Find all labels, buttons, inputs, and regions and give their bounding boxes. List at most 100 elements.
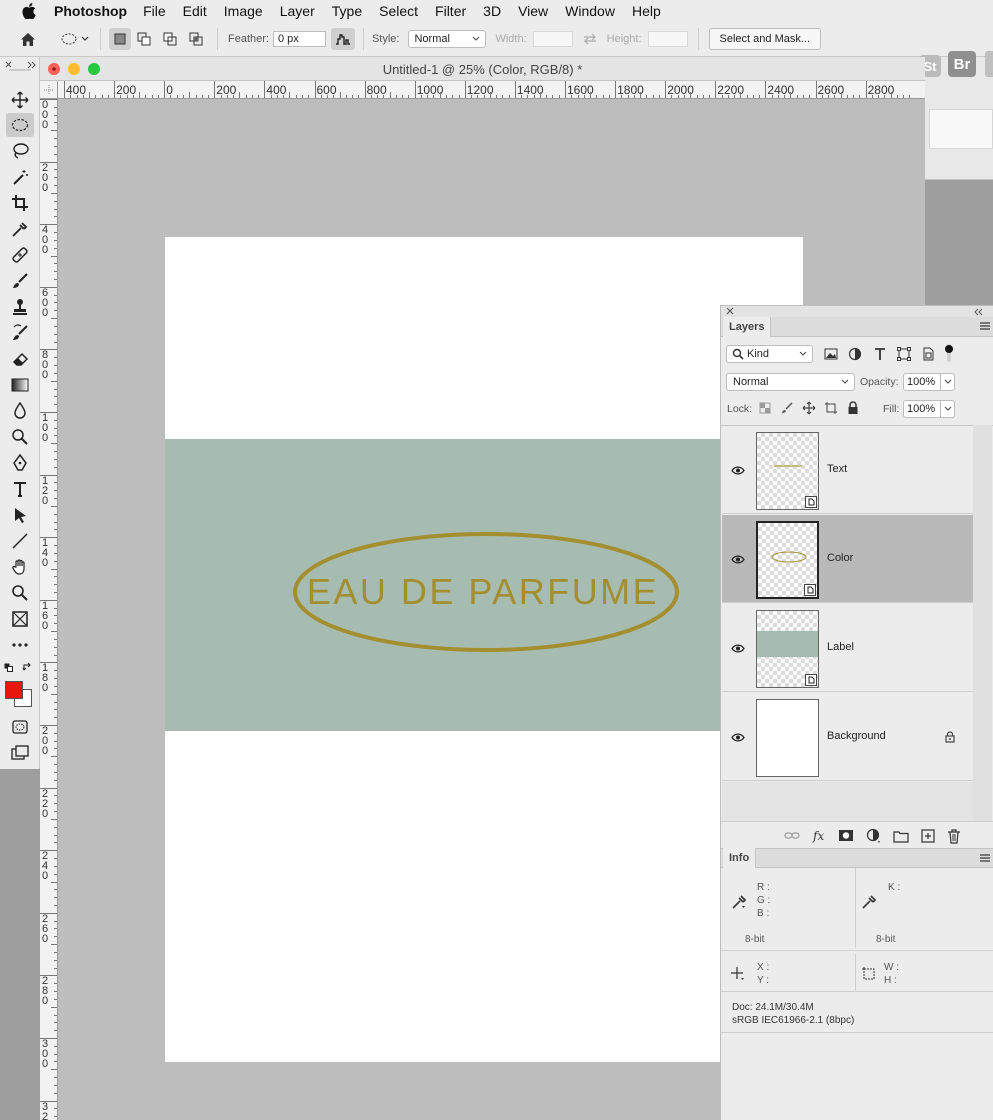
visibility-eye-icon[interactable] (730, 731, 746, 743)
hand-tool-icon[interactable] (6, 555, 34, 579)
app-name-menu[interactable]: Photoshop (54, 3, 127, 19)
swap-dimensions-icon[interactable] (573, 33, 607, 45)
healing-brush-tool-icon[interactable] (6, 243, 34, 267)
ruler-origin[interactable] (40, 81, 58, 99)
menu-edit[interactable]: Edit (183, 3, 207, 19)
foreground-color-swatch[interactable] (5, 681, 23, 699)
style-select[interactable]: Normal (408, 30, 487, 48)
new-group-icon[interactable] (893, 829, 909, 843)
subtract-from-selection-icon[interactable] (157, 32, 183, 46)
filter-toggle-icon[interactable] (944, 343, 954, 363)
home-icon[interactable] (0, 32, 56, 47)
add-to-selection-icon[interactable] (131, 32, 157, 46)
menu-window[interactable]: Window (565, 3, 615, 19)
link-layers-icon[interactable] (784, 829, 800, 843)
anti-alias-toggle[interactable] (330, 28, 355, 50)
height-input[interactable] (647, 31, 688, 47)
intersect-selection-icon[interactable] (183, 32, 209, 46)
blend-mode-select[interactable]: Normal (726, 373, 855, 391)
menu-select[interactable]: Select (379, 3, 418, 19)
layer-name[interactable]: Label (827, 641, 854, 653)
gradient-tool-icon[interactable] (6, 373, 34, 397)
eyedropper-tool-icon[interactable] (6, 217, 34, 241)
panel-menu-icon[interactable] (980, 322, 990, 330)
document-canvas[interactable]: EAU DE PARFUME (165, 237, 803, 1062)
shape-filter-icon[interactable] (896, 346, 912, 362)
layer-thumbnail[interactable] (756, 699, 819, 777)
blur-tool-icon[interactable] (6, 399, 34, 423)
vertical-ruler[interactable]: 0 0 0 2 0 0 4 0 0 6 0 0 8 0 0 1 0 0 1 2 0 1 4 0… (40, 99, 58, 1120)
lock-all-icon[interactable] (846, 401, 860, 415)
pixel-layer-filter-icon[interactable] (823, 346, 839, 362)
history-brush-tool-icon[interactable] (6, 321, 34, 345)
frame-tool-icon[interactable] (6, 607, 34, 631)
layers-scrollbar[interactable] (973, 425, 992, 821)
menu-type[interactable]: Type (332, 3, 362, 19)
filter-kind-select[interactable]: Kind (726, 345, 813, 363)
tool-preset-picker[interactable] (56, 32, 94, 46)
menu-help[interactable]: Help (632, 3, 661, 19)
layer-style-fx-icon[interactable]: fx (812, 828, 828, 844)
new-layer-icon[interactable] (920, 828, 936, 844)
swap-colors-icon[interactable] (22, 662, 32, 672)
lock-transparent-pixels-icon[interactable] (758, 401, 772, 415)
tab-info[interactable]: Info (723, 848, 757, 868)
magic-wand-tool-icon[interactable] (6, 165, 34, 189)
new-selection-icon[interactable] (109, 28, 131, 50)
visibility-eye-icon[interactable] (730, 553, 746, 565)
menu-view[interactable]: View (518, 3, 548, 19)
crop-tool-icon[interactable] (6, 191, 34, 215)
fill-input[interactable]: 100% (903, 400, 955, 418)
lock-position-icon[interactable] (802, 401, 816, 415)
move-tool-icon[interactable] (6, 88, 34, 112)
select-and-mask-button[interactable]: Select and Mask... (708, 28, 822, 50)
screen-mode-icon[interactable] (6, 741, 34, 765)
default-colors-icon[interactable] (4, 663, 14, 672)
layer-name[interactable]: Text (827, 463, 847, 475)
feather-input[interactable] (272, 31, 326, 47)
add-mask-icon[interactable] (838, 829, 854, 843)
bridge-button[interactable]: Br (948, 51, 976, 77)
line-tool-icon[interactable] (6, 529, 34, 553)
width-input[interactable] (532, 31, 573, 47)
panel-menu-icon[interactable] (980, 854, 990, 862)
lock-artboard-icon[interactable] (824, 401, 838, 415)
visibility-eye-icon[interactable] (730, 642, 746, 654)
opacity-input[interactable]: 100% (903, 373, 955, 391)
layer-row-background[interactable]: Background (722, 693, 973, 781)
elliptical-marquee-tool-icon[interactable] (6, 113, 34, 137)
clone-stamp-tool-icon[interactable] (6, 295, 34, 319)
layers-empty-area[interactable] (722, 782, 973, 821)
zoom-tool-icon[interactable] (6, 581, 34, 605)
layer-row-label[interactable]: Label (722, 604, 973, 692)
visibility-eye-icon[interactable] (730, 464, 746, 476)
tab-layers[interactable]: Layers (723, 317, 772, 337)
fill-dropdown[interactable] (940, 401, 954, 417)
quick-mask-icon[interactable] (6, 715, 34, 739)
layer-thumbnail[interactable] (756, 521, 819, 599)
layer-row-color[interactable]: Color (722, 515, 973, 603)
horizontal-ruler[interactable]: 400 200 0 200 400 600 800 1000 1200 1400 1600 1800 2… (58, 81, 925, 99)
layer-thumbnail[interactable] (756, 610, 819, 688)
delete-layer-icon[interactable] (946, 828, 962, 844)
type-tool-icon[interactable] (6, 477, 34, 501)
pen-tool-icon[interactable] (6, 451, 34, 475)
more-tools-icon[interactable] (6, 633, 34, 657)
eraser-tool-icon[interactable] (6, 347, 34, 371)
panel-button-edge[interactable] (985, 51, 993, 77)
menu-image[interactable]: Image (224, 3, 263, 19)
dodge-tool-icon[interactable] (6, 425, 34, 449)
menu-filter[interactable]: Filter (435, 3, 466, 19)
new-adjustment-layer-icon[interactable] (866, 828, 882, 844)
lasso-tool-icon[interactable] (6, 139, 34, 163)
type-filter-icon[interactable] (872, 346, 888, 362)
layer-name[interactable]: Color (827, 552, 853, 564)
layer-row-text[interactable]: Text (722, 426, 973, 514)
menu-layer[interactable]: Layer (280, 3, 315, 19)
layer-name[interactable]: Background (827, 730, 886, 742)
menu-file[interactable]: File (143, 3, 166, 19)
opacity-dropdown[interactable] (940, 374, 954, 390)
lock-image-pixels-icon[interactable] (780, 401, 794, 415)
layer-thumbnail[interactable] (756, 432, 819, 510)
smart-object-filter-icon[interactable] (920, 346, 936, 362)
